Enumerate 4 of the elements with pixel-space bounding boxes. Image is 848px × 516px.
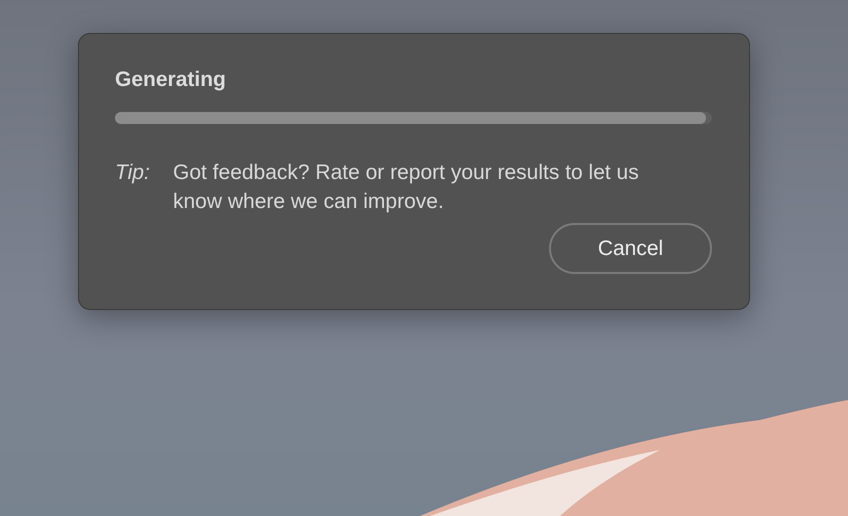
dialog-title: Generating <box>115 67 227 93</box>
cancel-button[interactable]: Cancel <box>549 223 712 274</box>
tip-label: Tip: <box>115 160 151 186</box>
tip-text: Got feedback? Rate or report your results to let us know where we can improve. <box>173 160 640 215</box>
